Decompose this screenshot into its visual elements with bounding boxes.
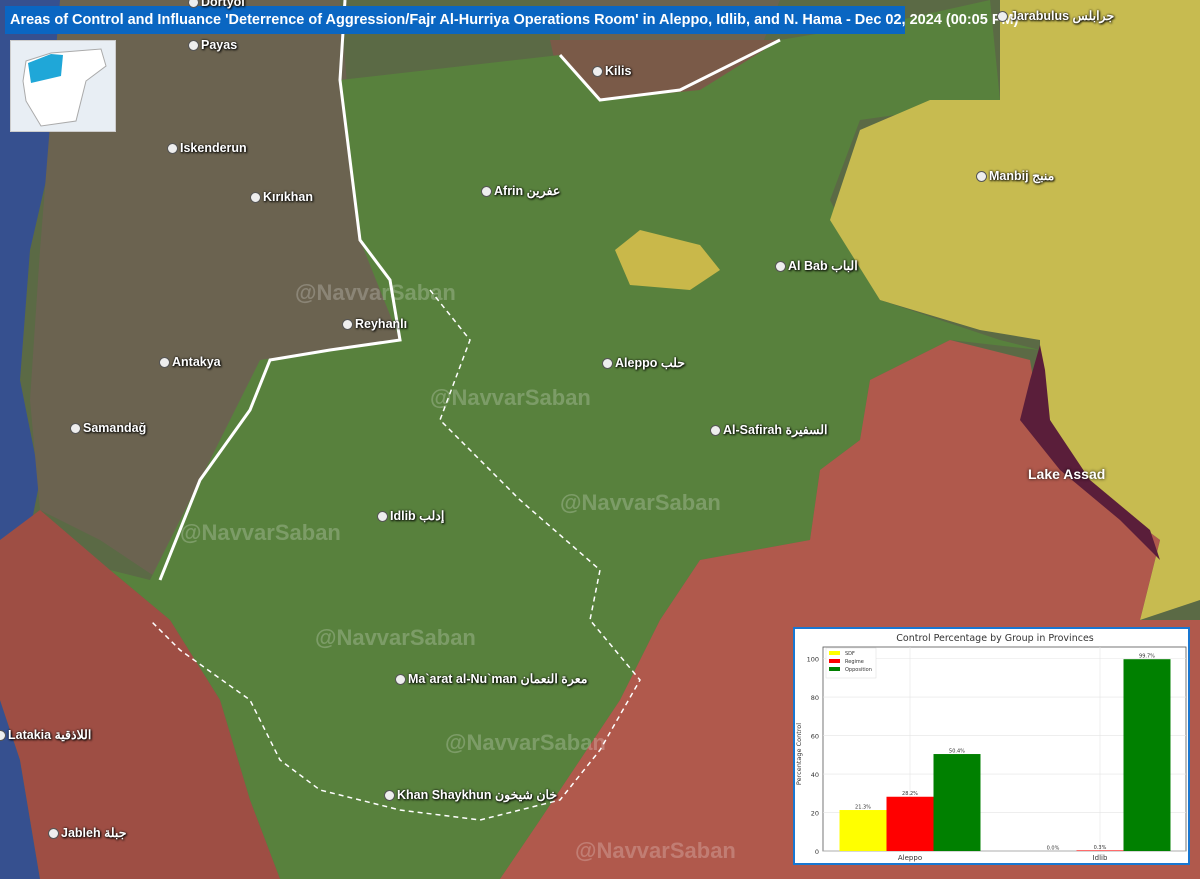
bar-opposition-aleppo bbox=[933, 754, 981, 851]
data-label: 50.4% bbox=[949, 749, 965, 755]
city-jarabulus[interactable]: Jarabulus جرابلس bbox=[997, 8, 1114, 23]
city-aleppo[interactable]: Aleppo حلب bbox=[602, 355, 685, 370]
legend-label: SDF bbox=[845, 651, 855, 657]
city-dot-icon bbox=[997, 11, 1008, 23]
syria-locator-map bbox=[22, 48, 107, 127]
y-tick-label: 100 bbox=[807, 656, 819, 664]
city-dot-icon bbox=[159, 357, 170, 369]
city-dot-icon bbox=[481, 186, 492, 198]
watermark: @NavvarSaban bbox=[180, 520, 341, 545]
data-label: 0.3% bbox=[1094, 845, 1107, 851]
control-chart: Control Percentage by Group in Provinces… bbox=[793, 627, 1190, 865]
bar-opposition-idlib bbox=[1123, 659, 1171, 851]
city-dot-icon bbox=[167, 143, 178, 155]
legend-swatch bbox=[829, 651, 840, 655]
city-dot-icon bbox=[342, 319, 353, 331]
city-manbij[interactable]: Manbij منبج bbox=[976, 168, 1054, 183]
watermark: @NavvarSaban bbox=[445, 730, 606, 755]
watermark: @NavvarSaban bbox=[560, 490, 721, 515]
data-label: 99.7% bbox=[1139, 654, 1155, 660]
city-latakia[interactable]: Latakia اللاذقية bbox=[0, 727, 91, 742]
city-maarat-al-numan[interactable]: Ma`arat al-Nu`man معرة النعمان bbox=[395, 671, 587, 686]
data-label: 21.3% bbox=[855, 805, 871, 811]
legend-label: Regime bbox=[845, 659, 864, 665]
city-dot-icon bbox=[188, 0, 199, 9]
data-label: 0.0% bbox=[1047, 846, 1060, 852]
city-dot-icon bbox=[602, 358, 613, 370]
city-kilis[interactable]: Kilis bbox=[592, 64, 631, 78]
bar-chart: Control Percentage by Group in Provinces… bbox=[795, 633, 1187, 862]
y-tick-label: 20 bbox=[811, 810, 819, 818]
lake-assad-label: Lake Assad bbox=[1028, 466, 1106, 482]
data-label: 28.2% bbox=[902, 791, 918, 797]
city-dot-icon bbox=[48, 828, 59, 840]
bar-regime-aleppo bbox=[886, 796, 934, 851]
city-dot-icon bbox=[976, 171, 987, 183]
map-title: Areas of Control and Influance 'Deterren… bbox=[5, 6, 1018, 34]
chart-title: Control Percentage by Group in Provinces bbox=[896, 633, 1094, 644]
city-dot-icon bbox=[0, 730, 6, 742]
city-dot-icon bbox=[710, 425, 721, 437]
city-al-bab[interactable]: Al Bab الباب bbox=[775, 258, 858, 273]
syria-locator-inset bbox=[10, 40, 116, 132]
watermark: @NavvarSaban bbox=[295, 280, 456, 305]
city-jableh[interactable]: Jableh جبلة bbox=[48, 825, 126, 840]
legend-swatch bbox=[829, 667, 840, 671]
city-dot-icon bbox=[775, 261, 786, 273]
city-kirikhan[interactable]: Kırıkhan bbox=[250, 190, 313, 204]
city-dot-icon bbox=[395, 674, 406, 686]
city-reyhanli[interactable]: Reyhanlı bbox=[342, 317, 407, 331]
watermark: @NavvarSaban bbox=[575, 838, 736, 863]
watermark: @NavvarSaban bbox=[315, 625, 476, 650]
legend-label: Opposition bbox=[845, 667, 872, 673]
city-khan-shaykhun[interactable]: Khan Shaykhun خان شيخون bbox=[384, 787, 557, 802]
city-afrin[interactable]: Afrin عفرين bbox=[481, 183, 560, 198]
city-payas[interactable]: Payas bbox=[188, 38, 237, 52]
city-dot-icon bbox=[188, 40, 199, 52]
x-tick-label: Idlib bbox=[1093, 854, 1108, 862]
y-axis-label: Percentage Control bbox=[795, 723, 803, 785]
y-tick-label: 40 bbox=[811, 771, 819, 779]
city-dot-icon bbox=[250, 192, 261, 204]
watermark: @NavvarSaban bbox=[430, 385, 591, 410]
legend-swatch bbox=[829, 659, 840, 663]
city-dortyol[interactable]: Dortyol bbox=[188, 0, 245, 9]
city-dot-icon bbox=[70, 423, 81, 435]
city-idlib[interactable]: Idlib إدلب bbox=[377, 508, 444, 523]
city-dot-icon bbox=[384, 790, 395, 802]
x-tick-label: Aleppo bbox=[898, 854, 922, 862]
city-dot-icon bbox=[377, 511, 388, 523]
y-tick-label: 80 bbox=[811, 694, 819, 702]
y-tick-label: 0 bbox=[815, 848, 819, 856]
city-dot-icon bbox=[592, 66, 603, 78]
city-iskenderun[interactable]: Iskenderun bbox=[167, 141, 247, 155]
y-tick-label: 60 bbox=[811, 733, 819, 741]
bar-sdf-aleppo bbox=[839, 810, 887, 851]
city-samandag[interactable]: Samandağ bbox=[70, 421, 146, 435]
city-antakya[interactable]: Antakya bbox=[159, 355, 221, 369]
city-al-safirah[interactable]: Al-Safirah السفيرة bbox=[710, 422, 828, 437]
